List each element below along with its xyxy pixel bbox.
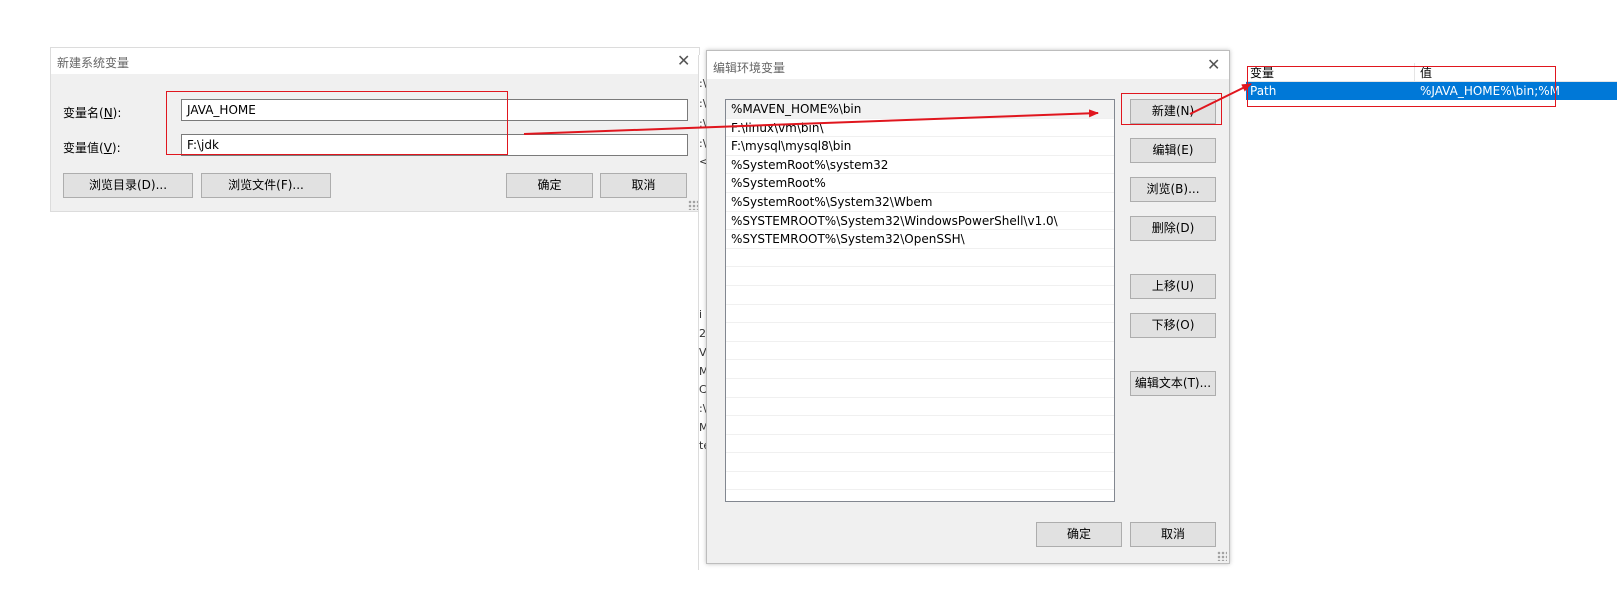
arrow-to-path-row (1189, 83, 1252, 115)
annotation-arrows (523, 83, 1252, 135)
arrow-to-new-button (523, 109, 1099, 135)
